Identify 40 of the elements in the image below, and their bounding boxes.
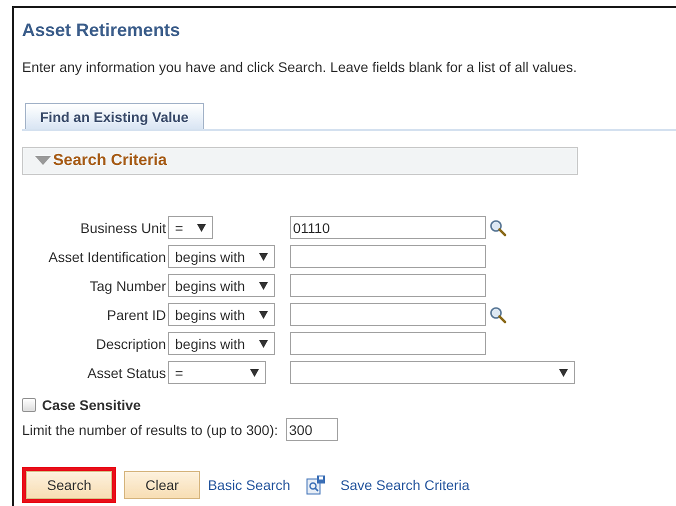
checkbox[interactable] [22,398,36,412]
field-label: Description [94,336,167,352]
checkbox-label: Case Sensitive [42,397,141,413]
dropdown-caret-icon [250,368,259,376]
section-title: Search Criteria [53,152,167,170]
action-button[interactable]: Clear [124,471,200,499]
dropdown-caret-icon [259,340,268,348]
value-dropdown[interactable] [290,361,575,384]
value-field[interactable] [290,332,486,355]
field-label: Tag Number [88,278,167,294]
dropdown-caret-icon [559,368,568,376]
dropdown-caret-icon [259,310,268,318]
save-search-icon[interactable] [306,475,326,495]
operator-dropdown[interactable]: begins with [168,245,276,268]
operator-dropdown[interactable]: begins with [168,332,276,355]
field-label: Parent ID [106,306,167,322]
field-label: Asset Status [86,364,167,380]
operator-dropdown[interactable]: = [168,216,214,239]
value-field[interactable]: 01110 [290,216,486,239]
dropdown-caret-icon [259,252,268,260]
value-field[interactable] [290,303,486,326]
dropdown-caret-icon [197,224,206,232]
basic-search-link[interactable]: Basic Search [208,477,290,493]
save-search-criteria-link[interactable]: Save Search Criteria [340,477,470,493]
instructions-text: Enter any information you have and click Search. Leave fields blank for a list of all values. [22,59,578,75]
operator-dropdown[interactable]: begins with [168,303,276,326]
page-title: Asset Retirements [22,20,182,41]
operator-dropdown[interactable]: begins with [168,274,276,297]
value-field[interactable] [290,245,486,268]
search-icon[interactable] [489,306,507,324]
search-icon[interactable] [489,218,507,236]
tab[interactable]: Find an Existing Value [25,103,204,129]
operator-dropdown[interactable]: = [168,361,266,384]
limit-label: Limit the number of results to (up to 300): [22,422,278,438]
dropdown-caret-icon [259,282,268,290]
field-label: Business Unit [79,220,167,236]
limit-field[interactable]: 300 [286,418,338,441]
value-field[interactable] [290,274,486,297]
field-label: Asset Identification [47,248,167,264]
section-header[interactable]: Search Criteria [22,147,578,175]
